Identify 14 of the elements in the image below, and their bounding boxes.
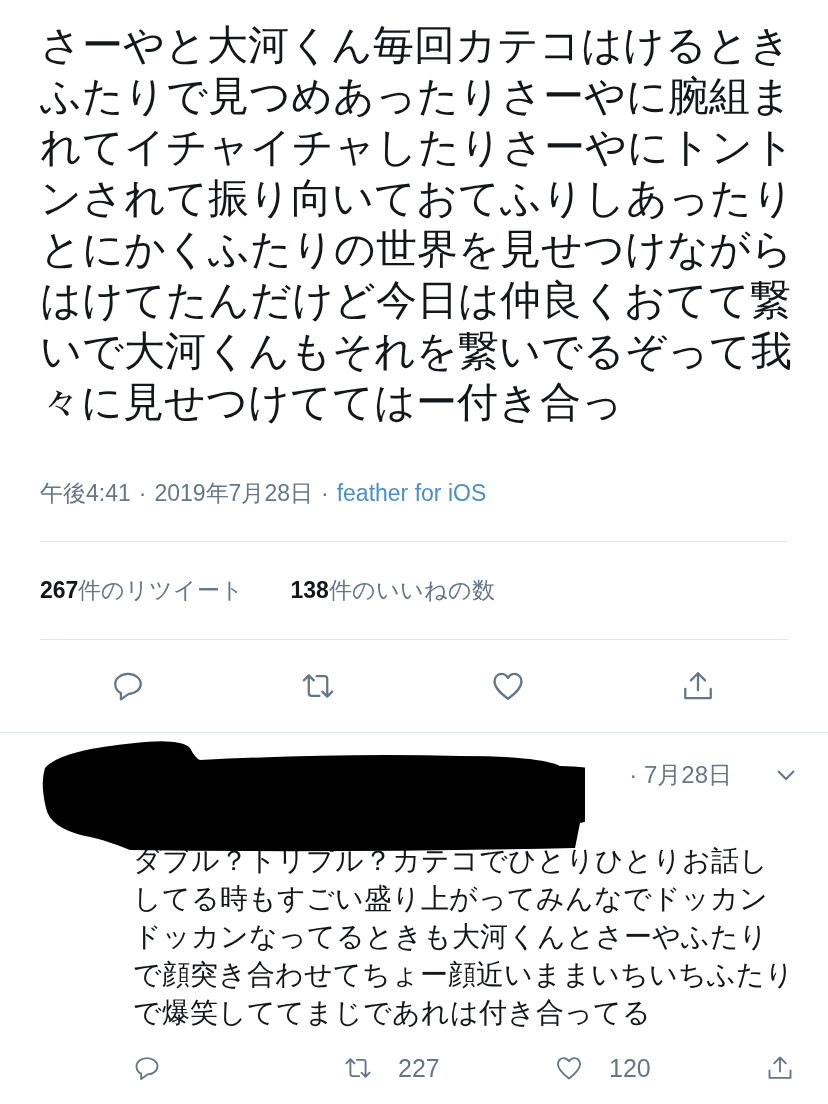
meta-text: 2019年7月28日 <box>154 478 313 508</box>
chevron-icon[interactable] <box>776 769 796 781</box>
reply-icon[interactable] <box>133 1054 161 1082</box>
meta-text: · <box>138 479 147 507</box>
share-icon[interactable] <box>766 1054 794 1082</box>
tweet-text: さーやと大河くん毎回カテコはけるときふたりで見つめあったりさーやに腕組まれてイチャイチャしたりさーやにトントンされて振り向いておてふりしあったりとにかくふたりの世界を見せつけながらはけてたんだけど今日は仲良くおてて繋いで大河くんもそれを繋いでるぞって我々に見せつけててはー付き合っ <box>40 21 796 427</box>
meta-text: 午後4:41 <box>40 478 131 508</box>
reply-date: · 7月28日 <box>629 760 732 790</box>
heart-icon[interactable] <box>555 1054 583 1082</box>
action-count: 120 <box>609 1053 651 1083</box>
meta-text: · <box>321 479 329 507</box>
action-count: 227 <box>398 1053 440 1083</box>
stat-count[interactable]: 267件のリツイート <box>40 575 245 606</box>
stat-count[interactable]: 138件のいいねの数 <box>290 575 495 606</box>
